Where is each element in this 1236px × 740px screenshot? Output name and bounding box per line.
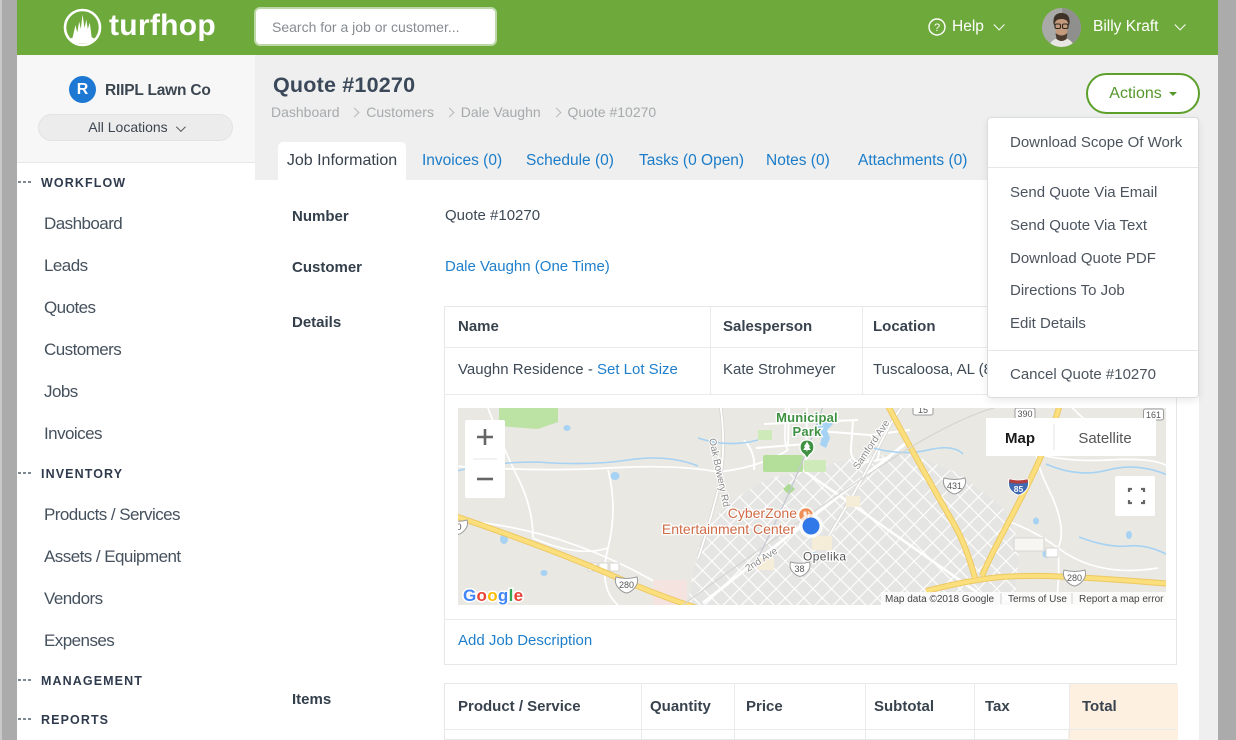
svg-text:431: 431	[947, 481, 962, 491]
svg-text:0: 0	[458, 522, 462, 532]
svg-text:280: 280	[619, 580, 634, 590]
svg-text:390: 390	[1017, 409, 1032, 419]
svg-text:Map data ©2018 Google: Map data ©2018 Google	[885, 594, 995, 605]
svg-text:?: ?	[934, 22, 940, 34]
svg-text:Park: Park	[793, 424, 823, 439]
svg-text:Terms of Use: Terms of Use	[1008, 594, 1067, 605]
svg-text:Opelika: Opelika	[803, 550, 847, 564]
svg-text:38: 38	[794, 564, 804, 574]
svg-text:Report a map error: Report a map error	[1079, 594, 1164, 605]
svg-text:Satellite: Satellite	[1078, 430, 1131, 447]
svg-text:Google: Google	[463, 586, 523, 605]
svg-text:85: 85	[1014, 484, 1024, 494]
svg-text:CyberZone: CyberZone	[728, 505, 797, 521]
svg-text:Map: Map	[1005, 430, 1035, 447]
svg-text:280: 280	[1067, 573, 1082, 583]
svg-text:Entertainment Center: Entertainment Center	[662, 521, 795, 537]
svg-text:15: 15	[918, 408, 928, 415]
svg-text:Municipal: Municipal	[776, 410, 838, 425]
